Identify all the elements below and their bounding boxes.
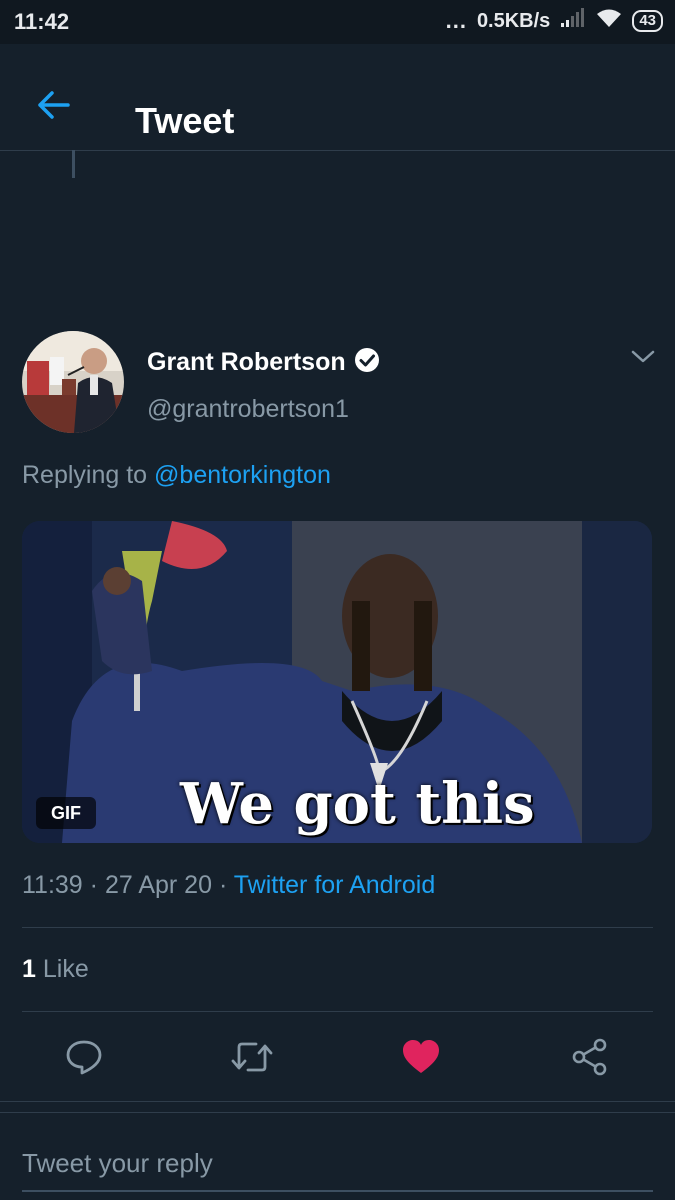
divider (22, 927, 653, 928)
back-button[interactable] (28, 80, 78, 130)
status-bar: 11:42 ... 0.5KB/s 43 (0, 0, 675, 44)
retweet-icon (231, 1042, 273, 1072)
wifi-icon (596, 8, 622, 34)
reply-button[interactable] (54, 1027, 114, 1087)
back-arrow-icon (38, 91, 70, 119)
tweet-gif[interactable]: GIF We got this (22, 521, 652, 843)
signal-icon (560, 8, 586, 34)
reply-composer (22, 1136, 653, 1192)
heart-icon (403, 1040, 439, 1073)
gif-badge: GIF (36, 797, 96, 829)
status-indicators: ... 0.5KB/s 43 (446, 8, 663, 34)
notification-dots: ... (445, 8, 467, 33)
reply-input[interactable] (22, 1136, 653, 1190)
replying-to-link[interactable]: @bentorkington (154, 461, 331, 489)
likes-label: Like (42, 955, 89, 983)
page-title: Tweet (135, 100, 235, 141)
avatar[interactable] (22, 331, 124, 433)
retweet-button[interactable] (222, 1027, 282, 1087)
thread-connector (72, 150, 75, 178)
share-icon (572, 1038, 607, 1076)
status-time: 11:42 (14, 9, 70, 34)
tweet-timestamp-line: 11:39 · 27 Apr 20 · Twitter for Android (22, 871, 435, 900)
divider (22, 1011, 653, 1012)
reply-icon (66, 1040, 102, 1075)
reply-bar-divider (0, 1112, 675, 1113)
network-speed: 0.5KB/s (476, 9, 551, 32)
top-app-bar: Tweet (0, 44, 675, 151)
replying-prefix: Replying to (22, 461, 148, 489)
meta-separator: · (89, 871, 98, 899)
verified-badge-icon (354, 347, 380, 378)
like-button[interactable] (391, 1027, 451, 1087)
tweet-source-link[interactable]: Twitter for Android (234, 871, 435, 899)
gif-caption: We got this (180, 771, 535, 837)
replying-to-line: Replying to @bentorkington (22, 461, 331, 490)
section-divider (0, 1101, 675, 1102)
tweet-actions (0, 1027, 675, 1087)
tweet-date: 27 Apr 20 (104, 871, 212, 899)
tweet-menu-button[interactable] (630, 349, 656, 370)
tweet-time: 11:39 (22, 871, 83, 899)
meta-separator: · (218, 871, 228, 899)
share-button[interactable] (560, 1027, 620, 1087)
likes-stat[interactable]: 1 Like (22, 955, 89, 984)
author-name-row[interactable]: Grant Robertson (147, 347, 380, 378)
chevron-down-icon (631, 350, 655, 363)
author-name: Grant Robertson (147, 348, 346, 376)
author-handle[interactable]: @grantrobertson1 (147, 395, 349, 424)
likes-count: 1 (22, 955, 36, 983)
battery-indicator: 43 (632, 10, 663, 32)
